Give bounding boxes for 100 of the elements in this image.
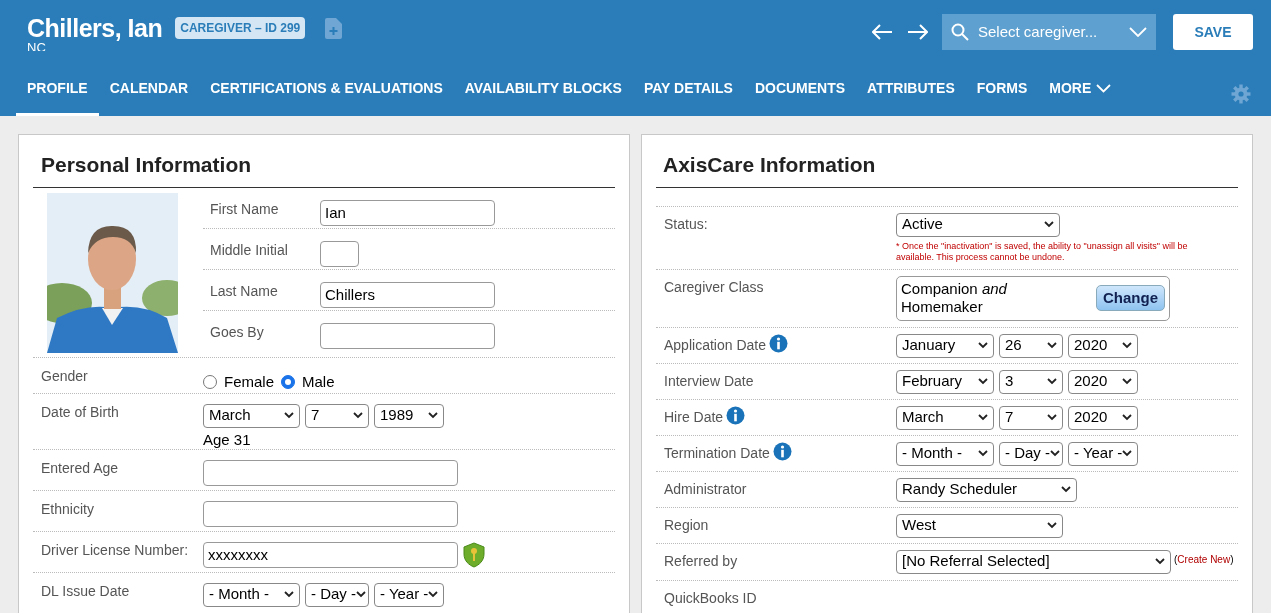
dropdown-select[interactable]: 7 xyxy=(999,405,1063,430)
dropdown-select[interactable]: 1989 xyxy=(374,403,444,428)
info-icon[interactable] xyxy=(768,333,788,353)
dropdown-select[interactable]: Randy Scheduler xyxy=(896,477,1077,502)
field-label: QuickBooks ID xyxy=(664,588,757,608)
save-button[interactable]: SAVE xyxy=(1173,14,1253,50)
back-arrow-icon[interactable] xyxy=(872,24,893,40)
radio-button[interactable] xyxy=(281,374,296,389)
dropdown-select[interactable]: 2020 xyxy=(1068,369,1138,394)
info-icon[interactable] xyxy=(772,441,792,461)
shield-key-icon xyxy=(463,541,485,568)
dropdown-select[interactable]: - Month - xyxy=(896,441,994,466)
nav-tab[interactable]: DOCUMENTS xyxy=(743,64,857,116)
chevron-down-icon xyxy=(428,412,438,419)
caregiver-name: Chillers, Ian xyxy=(27,13,163,43)
search-icon xyxy=(951,23,969,41)
chevron-down-icon xyxy=(1122,450,1133,457)
age-text: Age 31 xyxy=(203,429,252,450)
field-label: Hire Date xyxy=(664,407,724,427)
panel-title: AxisCare Information xyxy=(656,149,1238,188)
chevron-down-icon xyxy=(356,591,366,598)
caregiver-search-input[interactable]: Select caregiver... xyxy=(978,20,1129,44)
radio-label: Male xyxy=(302,371,335,392)
dropdown-select[interactable]: West xyxy=(896,513,1063,538)
dropdown-select[interactable]: January xyxy=(896,333,994,358)
field-label: Ethnicity xyxy=(40,500,95,519)
field-label: Application Date xyxy=(664,335,766,355)
chevron-down-icon xyxy=(1129,27,1147,37)
dropdown-select[interactable]: March xyxy=(203,403,300,428)
field-label: Middle Initial xyxy=(209,240,289,260)
search-field[interactable]: Select caregiver... xyxy=(942,14,1156,50)
field-label: Administrator xyxy=(664,479,747,499)
field-label: DL Issue Date xyxy=(40,582,131,601)
field-label: Termination Date xyxy=(664,443,770,463)
field-label: Caregiver Class xyxy=(664,277,764,297)
chevron-down-icon xyxy=(428,591,439,598)
dropdown-select[interactable]: 26 xyxy=(999,333,1063,358)
text-field[interactable] xyxy=(203,500,458,527)
chevron-down-icon xyxy=(1155,558,1165,565)
chevron-down-icon xyxy=(1047,414,1057,421)
text-field[interactable]: xxxxxxxx xyxy=(203,541,458,568)
dropdown-select[interactable]: 3 xyxy=(999,369,1063,394)
chevron-down-icon xyxy=(1122,414,1132,421)
text-field[interactable] xyxy=(320,240,359,267)
field-label: Driver License Number: xyxy=(40,541,190,560)
forward-arrow-icon[interactable] xyxy=(907,24,928,40)
dropdown-select[interactable]: February xyxy=(896,369,994,394)
field-label: Referred by xyxy=(664,551,738,571)
id-badge: CAREGIVER – ID 299 xyxy=(175,17,306,39)
chevron-down-icon xyxy=(284,412,294,419)
dropdown-select[interactable]: 2020 xyxy=(1068,405,1138,430)
field-label: Region xyxy=(664,515,709,535)
nav-tab[interactable]: CALENDAR xyxy=(98,64,200,116)
radio-label: Female xyxy=(224,371,275,392)
chevron-down-icon xyxy=(1061,486,1071,493)
nav-tab[interactable]: FORMS xyxy=(965,64,1039,116)
nav-tab[interactable]: PAY DETAILS xyxy=(632,64,744,116)
chevron-down-icon xyxy=(1047,342,1057,349)
field-label: Last Name xyxy=(209,281,279,301)
nav-tab[interactable]: CERTIFICATIONS & EVALUATIONS xyxy=(199,64,454,116)
nav-tab[interactable]: PROFILE xyxy=(16,64,99,116)
dropdown-select[interactable]: 7 xyxy=(305,403,369,428)
nav-tab[interactable]: AVAILABILITY BLOCKS xyxy=(453,64,633,116)
create-new-text: (Create New) xyxy=(1174,552,1234,567)
chevron-down-icon xyxy=(1047,522,1057,529)
dropdown-select[interactable]: Active xyxy=(896,212,1060,237)
dropdown-select[interactable]: - Year - xyxy=(374,582,444,607)
text-field[interactable]: Chillers xyxy=(320,281,495,308)
field-label: Date of Birth xyxy=(40,403,120,422)
panel-title: Personal Information xyxy=(33,149,615,188)
chevron-down-icon xyxy=(978,378,988,385)
field-label: Goes By xyxy=(209,322,265,342)
warning-text: * Once the "inactivation" is saved, the ability to "unassign all visits" will be available. This process cannot be undone. xyxy=(896,240,1189,263)
chevron-down-icon xyxy=(1047,378,1057,385)
dropdown-select[interactable]: - Year - xyxy=(1068,441,1138,466)
nav-tab[interactable]: ATTRIBUTES xyxy=(856,64,966,116)
text-field[interactable]: Ian xyxy=(320,199,495,226)
dropdown-select[interactable]: - Day - xyxy=(999,441,1063,466)
chevron-down-icon xyxy=(353,412,363,419)
field-label: Status: xyxy=(664,214,708,234)
dropdown-select[interactable]: - Day - xyxy=(305,582,369,607)
info-icon[interactable] xyxy=(726,405,746,425)
field-label: Entered Age xyxy=(40,459,120,478)
change-button[interactable]: Change xyxy=(1096,285,1165,311)
chevron-down-icon xyxy=(978,414,988,421)
text-field[interactable] xyxy=(320,322,495,349)
radio-button[interactable] xyxy=(203,374,217,389)
text-field[interactable] xyxy=(203,459,458,486)
dropdown-select[interactable]: 2020 xyxy=(1068,333,1138,358)
class-text: Companion and Homemaker xyxy=(901,280,1008,316)
field-label: Interview Date xyxy=(664,371,754,391)
dropdown-select[interactable]: [No Referral Selected] xyxy=(896,549,1171,574)
dropdown-select[interactable]: - Month - xyxy=(203,582,300,607)
chevron-down-icon xyxy=(1044,221,1054,228)
field-label: First Name xyxy=(209,199,280,219)
chevron-down-icon xyxy=(978,342,988,349)
nav-tab[interactable]: MORE xyxy=(1038,64,1123,116)
chevron-down-icon xyxy=(284,591,294,598)
chevron-down-icon xyxy=(1050,450,1060,457)
dropdown-select[interactable]: March xyxy=(896,405,994,430)
